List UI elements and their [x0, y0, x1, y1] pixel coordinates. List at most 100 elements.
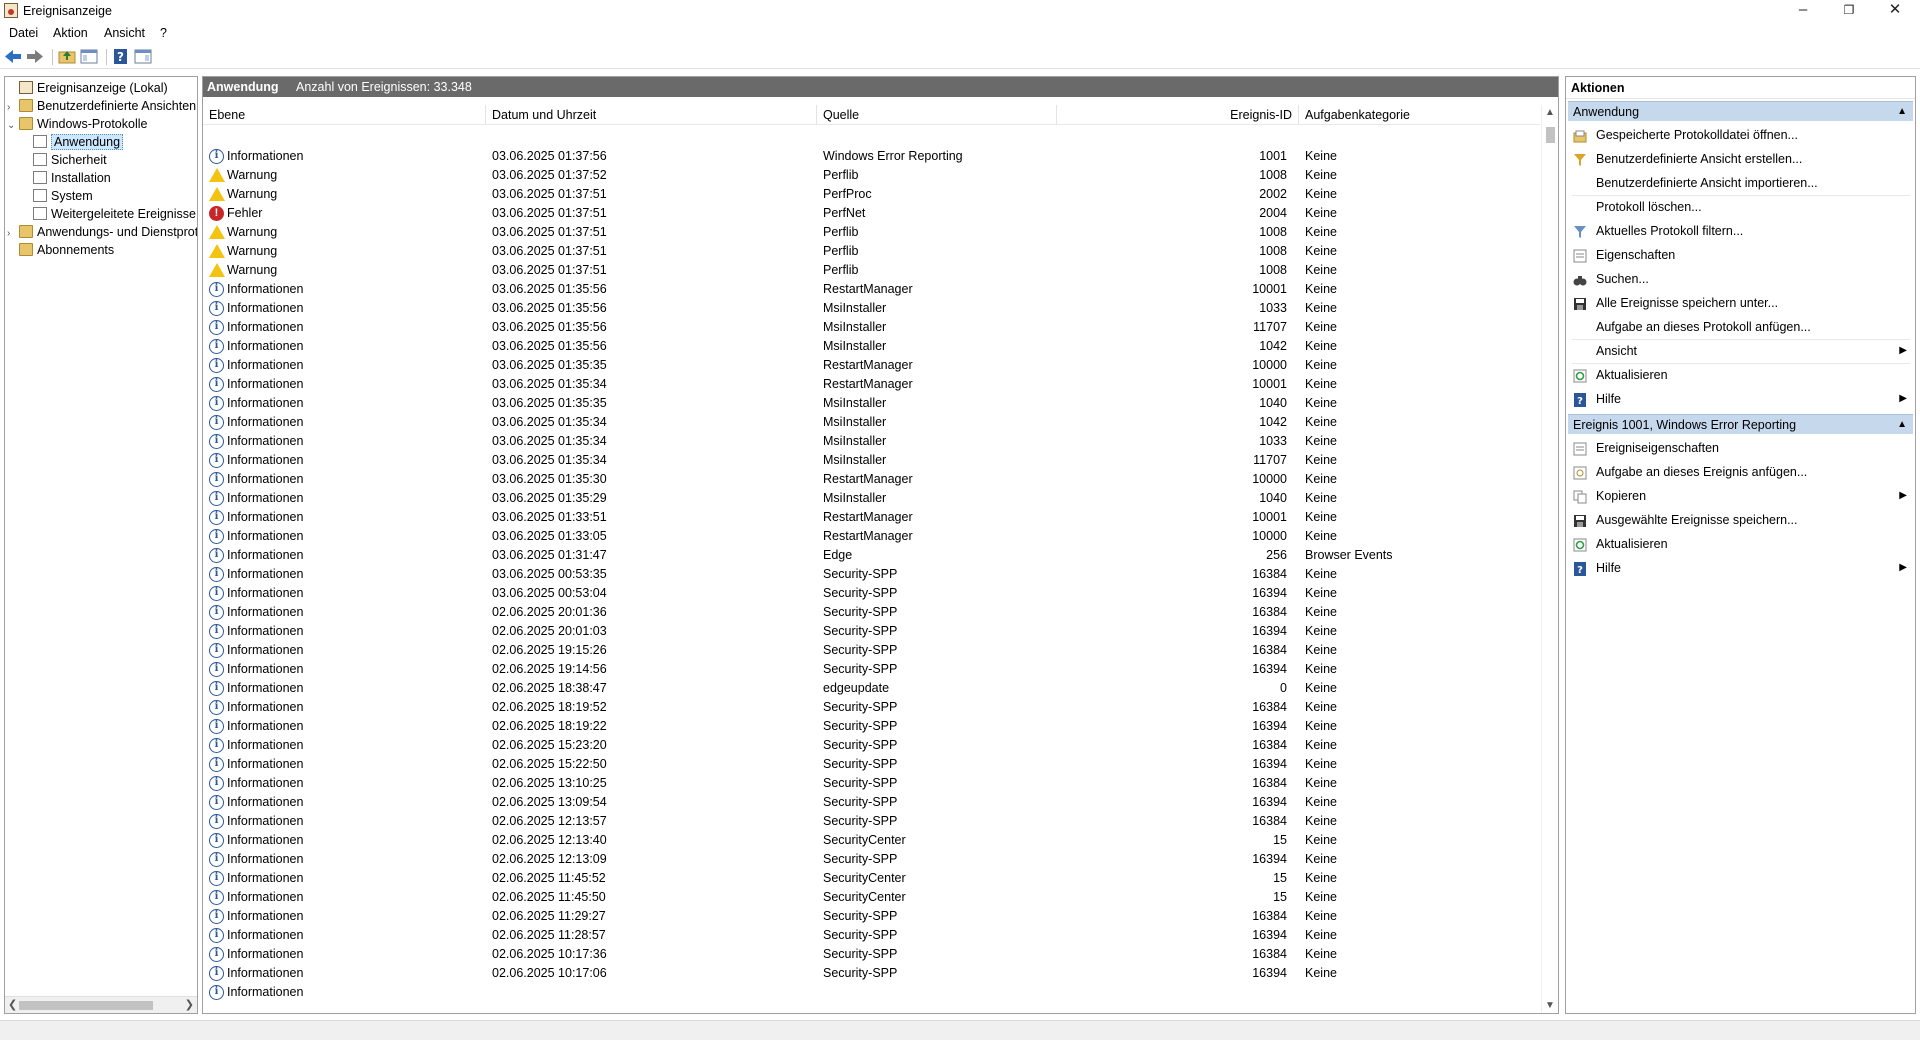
- table-row[interactable]: i Informationen 02.06.2025 15:22:50 Securit…: [203, 755, 1540, 774]
- table-row[interactable]: i Informationen 02.06.2025 10:17:06 Securit…: [203, 964, 1540, 983]
- table-row[interactable]: ! Fehler 03.06.2025 01:37:51 PerfNet 2004 Kei…: [203, 204, 1540, 223]
- tree-item-system-log[interactable]: System: [33, 187, 93, 205]
- tree-item-custom-views[interactable]: › Benutzerdefinierte Ansichten: [7, 97, 196, 115]
- column-header-level[interactable]: Ebene: [203, 105, 486, 125]
- table-row[interactable]: i Informationen: [203, 983, 1540, 1002]
- table-row[interactable]: i Informationen 03.06.2025 01:37:56 Windows…: [203, 147, 1540, 166]
- tree-item-setup-log[interactable]: Installation: [33, 169, 111, 187]
- column-header-event-id[interactable]: Ereignis-ID: [1057, 105, 1299, 125]
- collapse-chevron-icon[interactable]: ⌄: [7, 117, 19, 135]
- menu-datei[interactable]: Datei: [9, 26, 38, 40]
- action-item[interactable]: Eigenschaften: [1568, 244, 1913, 266]
- action-item[interactable]: Kopieren ▶: [1568, 485, 1913, 507]
- table-row[interactable]: i Informationen 02.06.2025 12:13:57 Securit…: [203, 812, 1540, 831]
- table-row[interactable]: ! Warnung 03.06.2025 01:37:51 PerfProc 2002 K…: [203, 185, 1540, 204]
- tree-item-subscriptions[interactable]: Abonnements: [19, 241, 114, 259]
- table-row[interactable]: i Informationen 03.06.2025 01:31:47 Edge 256…: [203, 546, 1540, 565]
- tree-item-security-log[interactable]: Sicherheit: [33, 151, 107, 169]
- table-row[interactable]: i Informationen 03.06.2025 01:35:34 MsiInst…: [203, 413, 1540, 432]
- table-row[interactable]: i Informationen 02.06.2025 20:01:03 Securit…: [203, 622, 1540, 641]
- forward-arrow-icon[interactable]: [26, 48, 44, 65]
- table-row[interactable]: i Informationen 02.06.2025 13:10:25 Securit…: [203, 774, 1540, 793]
- table-row[interactable]: i Informationen 03.06.2025 01:35:56 Restart…: [203, 280, 1540, 299]
- table-row[interactable]: i Informationen 02.06.2025 11:45:52 Securit…: [203, 869, 1540, 888]
- event-list-vertical-scrollbar[interactable]: ▲ ▼: [1541, 105, 1558, 1013]
- expand-chevron-icon[interactable]: ›: [7, 225, 19, 243]
- tree-item-application-log[interactable]: Anwendung: [33, 133, 124, 151]
- action-item[interactable]: Aktuelles Protokoll filtern...: [1568, 220, 1913, 242]
- table-row[interactable]: ! Warnung 03.06.2025 01:37:51 Perflib 1008 Ke…: [203, 223, 1540, 242]
- actions-section-header[interactable]: Ereignis 1001, Windows Error Reporting ▲: [1568, 414, 1913, 434]
- table-row[interactable]: i Informationen 03.06.2025 01:35:30 Restart…: [203, 470, 1540, 489]
- table-row[interactable]: ! Warnung 03.06.2025 01:37:51 Perflib 1008 Ke…: [203, 261, 1540, 280]
- action-item[interactable]: Gespeicherte Protokolldatei öffnen...: [1568, 124, 1913, 146]
- table-row[interactable]: i Informationen 03.06.2025 01:35:34 Restart…: [203, 375, 1540, 394]
- table-row[interactable]: i Informationen 02.06.2025 19:15:26 Securit…: [203, 641, 1540, 660]
- action-item[interactable]: Aufgabe an dieses Protokoll anfügen...: [1568, 316, 1913, 338]
- column-header-task-category[interactable]: Aufgabenkategorie: [1299, 105, 1539, 125]
- collapse-caret-icon[interactable]: ▲: [1897, 415, 1907, 435]
- tree-item-applications-services-logs[interactable]: › Anwendungs- und Dienstprotokolle: [7, 223, 197, 243]
- action-item[interactable]: Ereigniseigenschaften: [1568, 437, 1913, 459]
- back-arrow-icon[interactable]: [4, 48, 22, 65]
- table-row[interactable]: i Informationen 02.06.2025 13:09:54 Securit…: [203, 793, 1540, 812]
- up-folder-icon[interactable]: [58, 48, 76, 65]
- action-item[interactable]: Benutzerdefinierte Ansicht erstellen...: [1568, 148, 1913, 170]
- table-row[interactable]: i Informationen 03.06.2025 01:35:56 MsiInst…: [203, 337, 1540, 356]
- scroll-down-arrow-icon[interactable]: ▼: [1545, 1000, 1555, 1011]
- table-row[interactable]: i Informationen 02.06.2025 10:17:36 Securit…: [203, 945, 1540, 964]
- table-row[interactable]: i Informationen 02.06.2025 19:14:56 Securit…: [203, 660, 1540, 679]
- tree-horizontal-scrollbar[interactable]: ❮ ❯: [5, 996, 197, 1013]
- maximize-button[interactable]: ❐: [1826, 0, 1872, 22]
- minimize-button[interactable]: –: [1780, 0, 1826, 22]
- table-row[interactable]: i Informationen 03.06.2025 01:35:34 MsiInst…: [203, 432, 1540, 451]
- table-row[interactable]: i Informationen 03.06.2025 01:35:29 MsiInst…: [203, 489, 1540, 508]
- table-row[interactable]: i Informationen 02.06.2025 20:01:36 Securit…: [203, 603, 1540, 622]
- table-row[interactable]: i Informationen 02.06.2025 11:28:57 Securit…: [203, 926, 1540, 945]
- table-row[interactable]: i Informationen 02.06.2025 12:13:09 Securit…: [203, 850, 1540, 869]
- scroll-right-arrow-icon[interactable]: ❯: [185, 998, 194, 1011]
- table-row[interactable]: i Informationen 03.06.2025 00:53:04 Securit…: [203, 584, 1540, 603]
- table-row[interactable]: ! Warnung 03.06.2025 01:37:52 Perflib 1008 Ke…: [203, 166, 1540, 185]
- close-button[interactable]: ✕: [1872, 0, 1918, 22]
- scrollbar-thumb[interactable]: [19, 1001, 153, 1010]
- action-item[interactable]: Aktualisieren: [1568, 364, 1913, 386]
- table-row[interactable]: i Informationen 02.06.2025 18:19:52 Securit…: [203, 698, 1540, 717]
- table-row[interactable]: i Informationen 02.06.2025 18:38:47 edgeupd…: [203, 679, 1540, 698]
- column-header-source[interactable]: Quelle: [817, 105, 1057, 125]
- show-hide-actions-icon[interactable]: [134, 48, 152, 65]
- scroll-left-arrow-icon[interactable]: ❮: [8, 998, 17, 1011]
- table-row[interactable]: i Informationen 02.06.2025 11:29:27 Securit…: [203, 907, 1540, 926]
- table-row[interactable]: i Informationen 03.06.2025 01:35:56 MsiInst…: [203, 299, 1540, 318]
- table-row[interactable]: i Informationen 03.06.2025 01:35:35 MsiInst…: [203, 394, 1540, 413]
- scroll-up-arrow-icon[interactable]: ▲: [1545, 107, 1555, 118]
- table-row[interactable]: i Informationen 03.06.2025 01:35:34 MsiInst…: [203, 451, 1540, 470]
- column-header-date[interactable]: Datum und Uhrzeit: [486, 105, 817, 125]
- action-item[interactable]: Aktualisieren: [1568, 533, 1913, 555]
- actions-section-header[interactable]: Anwendung ▲: [1568, 101, 1913, 121]
- table-row[interactable]: i Informationen 03.06.2025 01:35:56 MsiInst…: [203, 318, 1540, 337]
- tree-item-forwarded-events-log[interactable]: Weitergeleitete Ereignisse: [33, 205, 196, 223]
- collapse-caret-icon[interactable]: ▲: [1897, 102, 1907, 122]
- table-row[interactable]: i Informationen 02.06.2025 11:45:50 Securit…: [203, 888, 1540, 907]
- action-item[interactable]: ? Hilfe ▶: [1568, 557, 1913, 579]
- action-item[interactable]: Protokoll löschen...: [1568, 196, 1913, 218]
- help-icon[interactable]: ?: [112, 48, 130, 65]
- action-item[interactable]: Benutzerdefinierte Ansicht importieren..…: [1568, 172, 1913, 194]
- scrollbar-thumb[interactable]: [1546, 127, 1555, 143]
- table-row[interactable]: i Informationen 03.06.2025 01:33:05 Restart…: [203, 527, 1540, 546]
- menu-aktion[interactable]: Aktion: [53, 26, 88, 40]
- action-item[interactable]: Alle Ereignisse speichern unter...: [1568, 292, 1913, 314]
- action-item[interactable]: Aufgabe an dieses Ereignis anfügen...: [1568, 461, 1913, 483]
- table-row[interactable]: i Informationen 02.06.2025 15:23:20 Securit…: [203, 736, 1540, 755]
- action-item[interactable]: Suchen...: [1568, 268, 1913, 290]
- table-row[interactable]: i Informationen 02.06.2025 18:19:22 Securit…: [203, 717, 1540, 736]
- table-row[interactable]: i Informationen 02.06.2025 12:13:40 Securit…: [203, 831, 1540, 850]
- table-row[interactable]: ! Warnung 03.06.2025 01:37:51 Perflib 1008 Ke…: [203, 242, 1540, 261]
- tree-item-windows-logs[interactable]: ⌄ Windows-Protokolle: [7, 115, 147, 133]
- table-row[interactable]: i Informationen 03.06.2025 01:35:35 Restart…: [203, 356, 1540, 375]
- tree-item-event-viewer-local[interactable]: Ereignisanzeige (Lokal): [7, 79, 168, 97]
- show-hide-tree-icon[interactable]: [80, 48, 98, 65]
- table-row[interactable]: i Informationen 03.06.2025 01:33:51 Restart…: [203, 508, 1540, 527]
- action-item[interactable]: Ansicht ▶: [1568, 340, 1913, 362]
